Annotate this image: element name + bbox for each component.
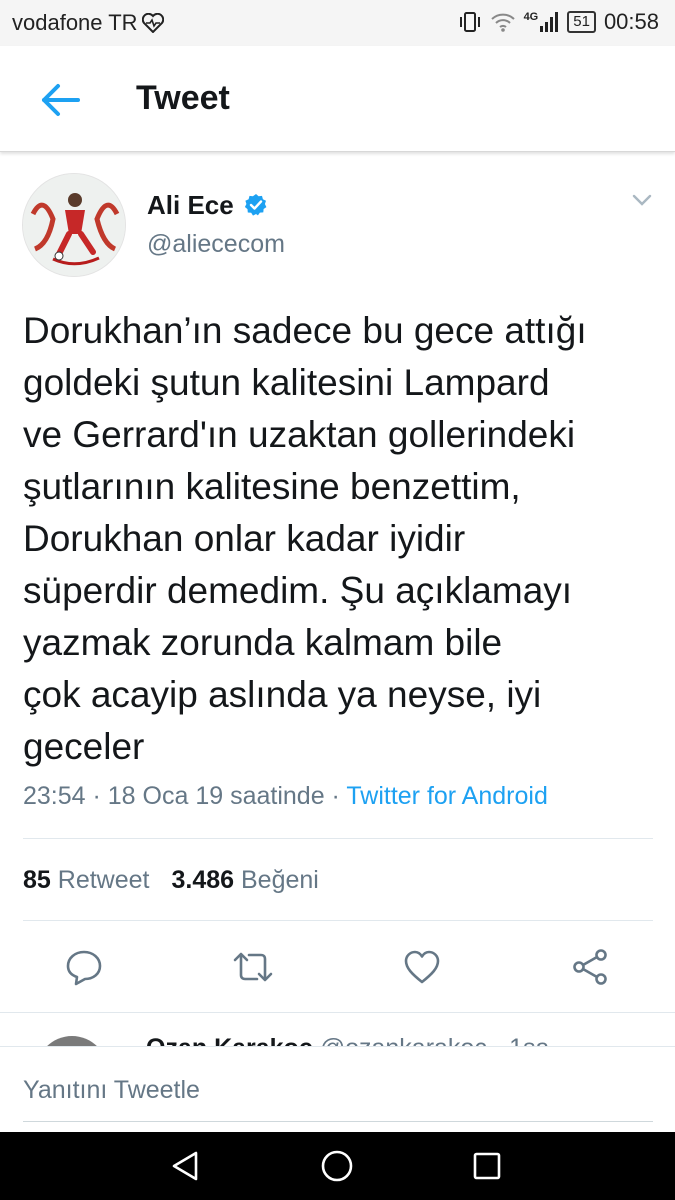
heart-pulse-icon	[141, 13, 164, 33]
battery-icon: 51	[567, 11, 596, 33]
retweet-button[interactable]	[231, 945, 275, 989]
reply-input-underline	[23, 1121, 653, 1122]
back-button[interactable]	[36, 76, 84, 124]
square-recents-icon	[473, 1152, 501, 1180]
clock: 00:58	[603, 9, 659, 34]
avatar-image	[23, 174, 125, 276]
network-type: 4G	[523, 11, 539, 23]
like-button[interactable]	[400, 945, 444, 989]
circle-home-icon	[321, 1150, 353, 1182]
reply-button[interactable]	[62, 945, 106, 989]
retweet-count: 85	[23, 866, 51, 894]
triangle-back-icon	[172, 1151, 198, 1181]
tweet-timestamp: 23:54 · 18 Oca 19 saatinde ·	[23, 782, 347, 810]
retweet-icon	[233, 952, 273, 982]
tweet-source-link[interactable]: Twitter for Android	[346, 782, 547, 810]
reply-input[interactable]: Yanıtını Tweetle	[23, 1076, 200, 1105]
author-avatar[interactable]	[22, 173, 126, 277]
nav-back-button[interactable]	[166, 1146, 206, 1186]
tweet-actions	[0, 945, 675, 991]
app-header: Tweet	[0, 46, 675, 152]
reply-preview[interactable]: Ozan Karakoç @ozankarakoc · 1sa	[0, 1014, 675, 1048]
author-name[interactable]: Ali Ece	[147, 190, 234, 221]
share-button[interactable]	[568, 945, 612, 989]
divider	[23, 838, 653, 839]
chevron-down-icon[interactable]	[630, 190, 654, 210]
like-icon	[404, 950, 440, 984]
share-icon	[573, 949, 607, 985]
status-icons: 4G 51 00:58	[458, 9, 659, 35]
vibrate-icon	[459, 12, 480, 32]
divider	[23, 920, 653, 921]
reply-composer: Yanıtını Tweetle	[0, 1046, 675, 1132]
status-bar: vodafone TR 4G 51 00:58	[0, 0, 675, 46]
nav-recents-button[interactable]	[467, 1146, 507, 1186]
like-count: 3.486	[171, 866, 235, 894]
like-label: Beğeni	[241, 866, 319, 894]
carrier-name: vodafone TR	[12, 10, 138, 35]
navigation-bar	[0, 1132, 675, 1200]
retweet-label: Retweet	[57, 866, 150, 894]
wifi-icon	[490, 13, 515, 32]
divider	[0, 1012, 675, 1013]
arrow-left-icon	[42, 84, 80, 116]
tweet-meta: 23:54 · 18 Oca 19 saatinde · Twitter for…	[23, 782, 548, 811]
tweet-text: Dorukhan’ın sadece bu gece attığı goldek…	[23, 310, 587, 767]
retweet-stat[interactable]: 85 Retweet	[23, 866, 149, 894]
page-title: Tweet	[136, 79, 230, 117]
tweet-stats: 85 Retweet 3.486 Beğeni	[23, 866, 319, 895]
reply-icon	[66, 950, 102, 986]
nav-home-button[interactable]	[317, 1146, 357, 1186]
like-stat[interactable]: 3.486 Beğeni	[171, 866, 318, 894]
carrier-info: vodafone TR	[12, 10, 164, 36]
signal-icon	[540, 12, 559, 32]
author-handle[interactable]: @aliececom	[147, 230, 285, 259]
verified-badge-icon	[244, 194, 267, 216]
